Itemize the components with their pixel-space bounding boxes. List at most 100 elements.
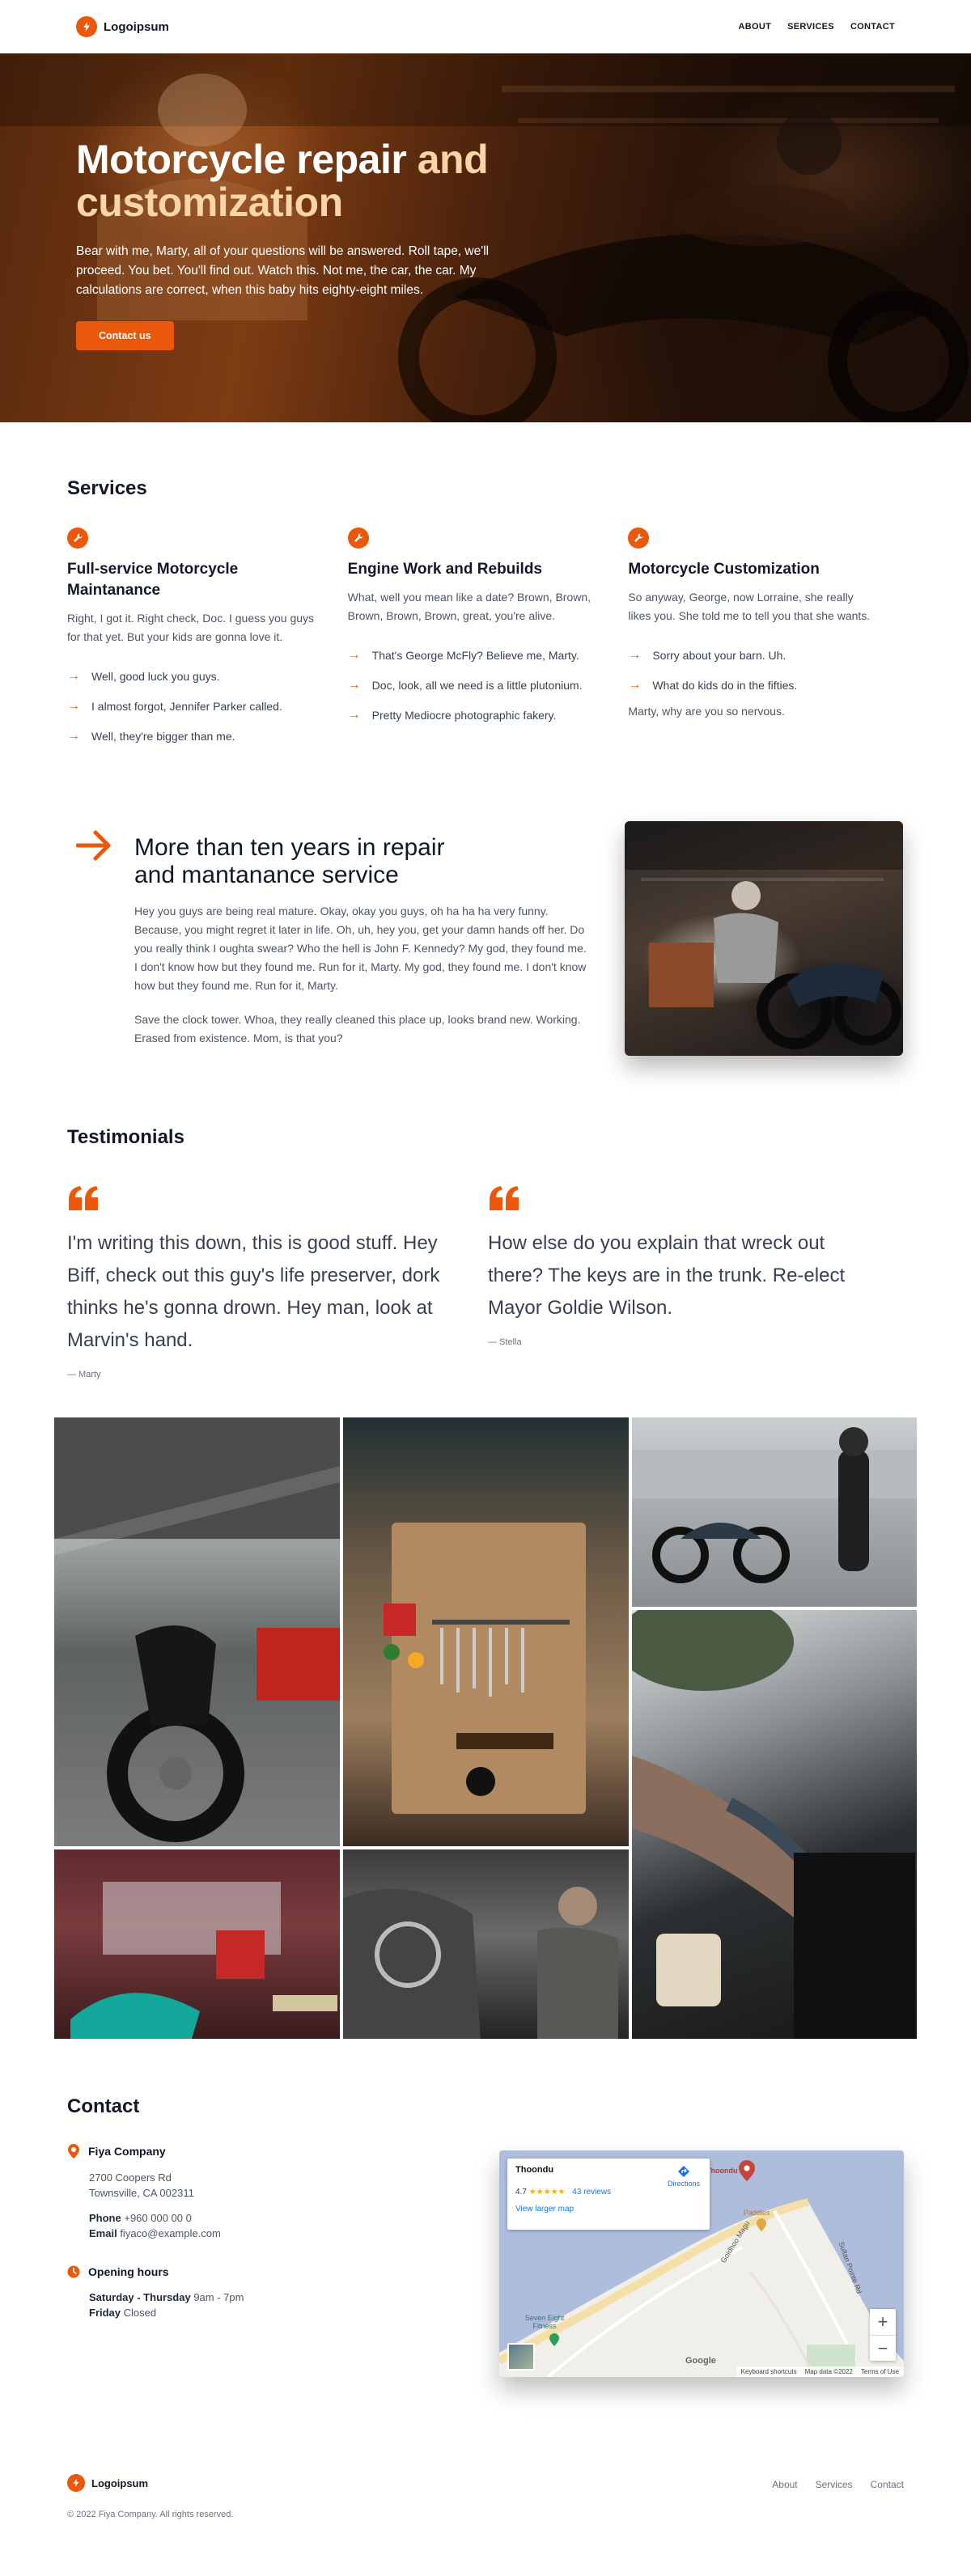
map-marker-icon[interactable]: [739, 2160, 755, 2181]
about-paragraph: Save the clock tower. Whoa, they really …: [134, 1013, 581, 1044]
quote-icon: [69, 1186, 98, 1210]
map-data-text: Map data ©2022: [804, 2368, 853, 2375]
testimonial-author: — Marty: [67, 1370, 101, 1379]
about-section: More than ten years in repair and mantan…: [76, 821, 910, 1056]
footer-link-about[interactable]: About: [772, 2479, 797, 2490]
google-logo: Google: [685, 2356, 716, 2366]
zoom-in-button[interactable]: +: [870, 2309, 896, 2335]
copyright: © 2022 Fiya Company. All rights reserved…: [67, 2510, 234, 2519]
about-paragraph: Hey you guys are being real mature. Okay…: [134, 905, 587, 992]
nav-about[interactable]: ABOUT: [738, 22, 771, 32]
map-satellite-toggle[interactable]: [507, 2343, 535, 2371]
service-title: Motorcycle Customization: [628, 561, 820, 578]
hero-description: Bear with me, Marty, all of your questio…: [76, 244, 490, 297]
footer-link-contact[interactable]: Contact: [871, 2479, 904, 2490]
arrow-right-icon: →: [67, 698, 80, 713]
wrench-icon: [67, 527, 88, 549]
clock-icon: [67, 2265, 80, 2278]
list-item: → Sorry about your barn. Uh.: [628, 647, 787, 662]
map-pin-icon: [68, 2144, 79, 2159]
footer-link-services[interactable]: Services: [816, 2479, 853, 2490]
bolt-icon: [67, 2474, 85, 2492]
services-section: Services Full-service Motorcycle Maintan…: [67, 477, 909, 751]
gallery-photo: [632, 1417, 917, 1607]
testimonials-title: Testimonials: [67, 1126, 184, 1148]
brand-logo[interactable]: Logoipsum: [76, 16, 169, 37]
service-title: Full-service Motorcycle Maintanance: [67, 561, 239, 599]
service-card: Engine Work and Rebuilds What, well you …: [347, 527, 629, 751]
map-poi-label: Seven Eight Fitness: [524, 2314, 565, 2330]
zoom-out-button[interactable]: −: [870, 2335, 896, 2361]
service-description: Right, I got it. Right check, Doc. I gue…: [67, 612, 315, 643]
service-card: Motorcycle Customization So anyway, Geor…: [628, 527, 909, 751]
list-item: → Doc, look, all we need is a little plut…: [347, 677, 583, 692]
service-title: Engine Work and Rebuilds: [347, 561, 543, 578]
company-name: Fiya Company: [88, 2145, 166, 2158]
service-description: So anyway, George, now Lorraine, she rea…: [628, 591, 871, 622]
map-poi-icon: [757, 2218, 766, 2231]
gallery-photo: [54, 1417, 340, 1846]
testimonial-author: — Stella: [488, 1337, 522, 1347]
terms-link[interactable]: Terms of Use: [861, 2368, 899, 2375]
testimonial-text: How else do you explain that wreck out t…: [488, 1232, 846, 1319]
reviews-link[interactable]: 43 reviews: [572, 2188, 611, 2197]
arrow-right-icon: →: [628, 677, 642, 692]
arrow-right-icon: [76, 830, 111, 861]
hero-content: Motorcycle repair and customization Bear …: [76, 138, 545, 350]
site-footer: Logoipsum About Services Contact © 2022 …: [67, 2474, 904, 2519]
map-pin-label: Thoondu: [706, 2167, 738, 2175]
testimonial: How else do you explain that wreck out t…: [488, 1186, 909, 1379]
phone-link[interactable]: +960 000 00 0: [124, 2212, 192, 2224]
gallery-photo: [343, 1849, 629, 2039]
service-card: Full-service Motorcycle Maintanance Righ…: [67, 527, 348, 751]
location-map[interactable]: Goidhoo Magu Sultan Pointe Rd Thoondu Pa…: [499, 2150, 904, 2377]
list-item: → Pretty Mediocre photographic fakery.: [347, 707, 557, 722]
about-title: More than ten years in repair and mantan…: [134, 834, 445, 888]
brand-name: Logoipsum: [104, 19, 169, 34]
rating-stars: ★★★★★: [528, 2188, 566, 2197]
arrow-right-icon: →: [347, 677, 361, 692]
list-item: → That's George McFly? Believe me, Marty.: [347, 647, 579, 662]
services-title: Services: [67, 477, 147, 499]
directions-icon: [677, 2166, 689, 2177]
bolt-icon: [76, 16, 97, 37]
wrench-icon: [347, 527, 369, 549]
map-attribution: Keyboard shortcuts Map data ©2022 Terms …: [736, 2366, 904, 2377]
arrow-right-icon: →: [347, 707, 361, 722]
arrow-right-icon: →: [67, 728, 80, 743]
email-link[interactable]: fiyaco@example.com: [120, 2227, 220, 2239]
map-rating: 4.7 ★★★★★ 43 reviews: [515, 2188, 612, 2197]
contact-section: Contact Fiya Company 2700 Coopers Rd Tow…: [67, 2095, 909, 2377]
arrow-right-icon: →: [347, 647, 361, 662]
testimonial: I'm writing this down, this is good stuf…: [67, 1186, 488, 1379]
gallery-photo: [343, 1417, 629, 1846]
list-item: → I almost forgot, Jennifer Parker called…: [67, 698, 282, 713]
footer-brand-name: Logoipsum: [91, 2476, 149, 2489]
map-poi-icon: [549, 2333, 559, 2346]
quote-icon: [490, 1186, 519, 1210]
view-larger-map-link[interactable]: View larger map: [515, 2205, 702, 2214]
photo-gallery: [54, 1417, 917, 2039]
site-header: Logoipsum ABOUT SERVICES CONTACT: [0, 0, 971, 53]
directions-button[interactable]: Directions: [668, 2165, 700, 2188]
hero-title: Motorcycle repair and customization: [76, 137, 489, 225]
list-item: → Well, they're bigger than me.: [67, 728, 235, 743]
hours-title: Opening hours: [88, 2265, 169, 2278]
nav-contact[interactable]: CONTACT: [850, 22, 895, 32]
hero: Motorcycle repair and customization Bear …: [0, 53, 971, 422]
map-info-card: Thoondu Directions 4.7 ★★★★★ 43 reviews …: [507, 2159, 710, 2230]
zoom-controls: + −: [870, 2309, 896, 2361]
footer-nav: About Services Contact: [772, 2479, 904, 2490]
testimonial-text: I'm writing this down, this is good stuf…: [67, 1232, 440, 1351]
contact-us-button[interactable]: Contact us: [76, 321, 174, 350]
service-description: What, well you mean like a date? Brown, …: [347, 591, 592, 622]
wrench-icon: [628, 527, 650, 549]
gallery-photo: [632, 1610, 917, 2039]
keyboard-shortcuts-link[interactable]: Keyboard shortcuts: [741, 2368, 797, 2375]
list-item: → Well, good luck you guys.: [67, 668, 220, 683]
list-item: → What do kids do in the fifties.: [628, 677, 798, 692]
arrow-right-icon: →: [67, 668, 80, 683]
arrow-right-icon: →: [628, 647, 642, 662]
testimonials-section: Testimonials I'm writing this down, this…: [67, 1126, 909, 1379]
nav-services[interactable]: SERVICES: [787, 22, 834, 32]
